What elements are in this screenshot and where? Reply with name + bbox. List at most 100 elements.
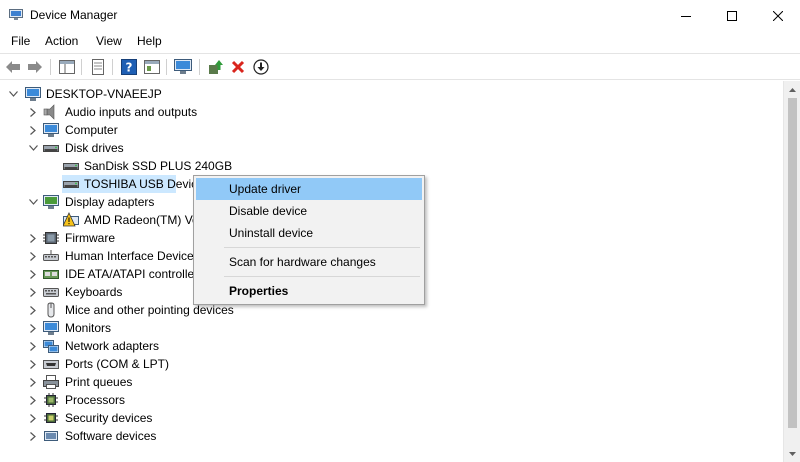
tree-category-row[interactable]: Security devices <box>0 409 780 427</box>
printer-icon <box>43 375 59 389</box>
speaker-icon <box>43 104 55 120</box>
forward-arrow-icon <box>28 61 42 73</box>
port-icon <box>43 360 59 369</box>
menu-view[interactable]: View <box>95 34 123 48</box>
enable-device-icon <box>253 59 269 75</box>
tree-root[interactable]: DESKTOP-VNAEEJP <box>0 85 400 103</box>
chevron-right-icon[interactable] <box>28 391 38 409</box>
tree-item-label: Human Interface Device <box>65 249 194 263</box>
enable-device-button[interactable] <box>251 57 271 77</box>
scroll-down-button[interactable] <box>784 445 800 462</box>
ctx-separator <box>224 247 420 248</box>
chevron-down-icon[interactable] <box>28 193 38 211</box>
tree-item-label: Network adapters <box>65 339 160 353</box>
chevron-down-icon[interactable] <box>28 139 38 157</box>
chevron-down-icon <box>789 451 796 456</box>
tree-category-row[interactable]: Monitors <box>0 319 780 337</box>
tree-item-label: AMD Radeon(TM) Ve <box>84 213 199 227</box>
tree-category-row[interactable]: Disk drives <box>0 139 780 157</box>
chevron-right-icon[interactable] <box>28 373 38 391</box>
chevron-right-icon[interactable] <box>28 409 38 427</box>
tree-item-label: Monitors <box>65 321 112 335</box>
tree-category-row[interactable]: Network adapters <box>0 337 780 355</box>
tree-category-row[interactable]: Processors <box>0 391 780 409</box>
tree-item-label: Computer <box>65 123 118 137</box>
mouse-icon <box>47 302 55 318</box>
forward-button[interactable] <box>25 57 45 77</box>
chevron-right-icon[interactable] <box>28 283 38 301</box>
chevron-right-icon[interactable] <box>28 103 38 121</box>
tree-device-row[interactable]: SanDisk SSD PLUS 240GB <box>0 157 780 175</box>
chevron-right-icon[interactable] <box>28 319 38 337</box>
help-button[interactable]: ? <box>119 57 139 77</box>
chevron-right-icon[interactable] <box>28 121 38 139</box>
firmware-icon <box>43 232 59 244</box>
tree-item-label: Firmware <box>65 231 115 245</box>
maximize-button[interactable] <box>709 0 755 31</box>
properties-icon <box>92 59 104 75</box>
tree-item-label: IDE ATA/ATAPI controller <box>65 267 199 281</box>
scan-hardware-button[interactable] <box>173 57 193 77</box>
tree-item-label: Mice and other pointing devices <box>65 303 234 317</box>
menu-help[interactable]: Help <box>136 34 163 48</box>
tree-item-label: Processors <box>65 393 126 407</box>
tree-item-label: Ports (COM & LPT) <box>65 357 170 371</box>
properties-button[interactable] <box>88 57 108 77</box>
scroll-up-button[interactable] <box>784 81 800 98</box>
ctx-properties[interactable]: Properties <box>196 280 422 302</box>
view-button[interactable] <box>142 57 162 77</box>
uninstall-device-button[interactable] <box>228 57 248 77</box>
ide-controller-icon <box>43 270 59 279</box>
collapse-chevron-icon[interactable] <box>8 85 18 103</box>
minimize-button[interactable] <box>663 0 709 31</box>
back-arrow-icon <box>6 61 20 73</box>
warning-icon <box>63 212 79 227</box>
tree-root-label: DESKTOP-VNAEEJP <box>46 87 162 101</box>
scrollbar-thumb[interactable] <box>788 98 797 428</box>
ctx-update-driver[interactable]: Update driver <box>196 178 422 200</box>
back-button[interactable] <box>3 57 23 77</box>
menu-file[interactable]: File <box>10 34 31 48</box>
chevron-right-icon[interactable] <box>28 265 38 283</box>
ctx-scan-hardware[interactable]: Scan for hardware changes <box>196 251 422 273</box>
minimize-icon <box>681 15 691 17</box>
ctx-separator <box>224 276 420 277</box>
tree-category-row[interactable]: Software devices <box>0 427 780 445</box>
tree-category-row[interactable]: Print queues <box>0 373 780 391</box>
monitor-icon <box>43 123 59 137</box>
toolbar-separator <box>166 59 167 75</box>
show-hide-tree-button[interactable] <box>57 57 77 77</box>
title-bar: Device Manager <box>0 0 800 31</box>
hid-icon <box>43 250 59 261</box>
ctx-properties-label: Properties <box>229 284 289 298</box>
disk-drive-icon <box>63 163 79 170</box>
tree-category-row[interactable]: Computer <box>0 121 780 139</box>
display-adapter-icon <box>43 195 59 209</box>
chevron-right-icon[interactable] <box>28 355 38 373</box>
ctx-disable-device[interactable]: Disable device <box>196 200 422 222</box>
toolbar: ? <box>0 53 800 80</box>
chevron-right-icon[interactable] <box>28 229 38 247</box>
chevron-right-icon[interactable] <box>28 301 38 319</box>
tree-item-label: SanDisk SSD PLUS 240GB <box>84 159 233 173</box>
toolbar-separator <box>50 59 51 75</box>
svg-text:?: ? <box>126 61 133 75</box>
menu-action[interactable]: Action <box>44 34 79 48</box>
tree-category-row[interactable]: Audio inputs and outputs <box>0 103 780 121</box>
tree-category-row[interactable]: Ports (COM & LPT) <box>0 355 780 373</box>
close-icon <box>773 10 783 21</box>
window-title: Device Manager <box>30 8 118 22</box>
processor-icon <box>44 393 58 407</box>
ctx-uninstall-device-label: Uninstall device <box>229 226 314 240</box>
close-button[interactable] <box>755 0 800 31</box>
vertical-scrollbar[interactable] <box>783 81 800 462</box>
disk-drive-icon <box>43 145 59 152</box>
ctx-uninstall-device[interactable]: Uninstall device <box>196 222 422 244</box>
chevron-right-icon[interactable] <box>28 337 38 355</box>
device-manager-icon <box>9 9 23 20</box>
ctx-scan-hardware-label: Scan for hardware changes <box>229 255 376 269</box>
toolbar-separator <box>199 59 200 75</box>
chevron-right-icon[interactable] <box>28 427 38 445</box>
update-driver-button[interactable] <box>206 57 226 77</box>
chevron-right-icon[interactable] <box>28 247 38 265</box>
